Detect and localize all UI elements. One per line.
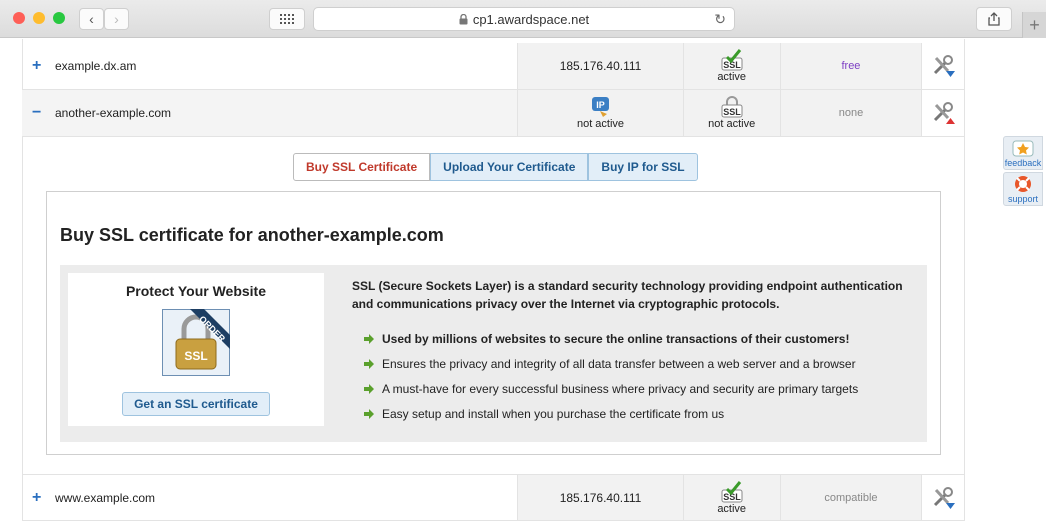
- feedback-label: feedback: [1004, 158, 1042, 168]
- card-title: Protect Your Website: [125, 283, 267, 299]
- tab-overview-button[interactable]: [269, 8, 305, 30]
- table-row: − another-example.com IP not active SSL …: [22, 90, 965, 137]
- ip-cell: 185.176.40.111: [517, 43, 683, 89]
- ssl-description: SSL (Secure Sockets Layer) is a standard…: [352, 279, 903, 311]
- ssl-panel: Buy SSL certificate for another-example.…: [46, 191, 941, 455]
- ip-badge-text: IP: [596, 100, 605, 110]
- ssl-tabs: Buy SSL Certificate Upload Your Certific…: [293, 153, 698, 181]
- ip-icon: IP: [591, 97, 609, 117]
- plan-cell: none: [779, 90, 922, 136]
- support-widget[interactable]: support: [1003, 172, 1043, 206]
- tab-buy-ssl[interactable]: Buy SSL Certificate: [293, 153, 431, 181]
- feedback-widget[interactable]: feedback: [1003, 136, 1043, 170]
- plan-cell: compatible: [779, 475, 922, 520]
- ssl-status: not active: [708, 118, 756, 130]
- ssl-status: active: [717, 71, 747, 83]
- forward-button[interactable]: ›: [104, 8, 129, 30]
- plan-label: compatible: [824, 491, 878, 504]
- lifebuoy-icon: [1015, 176, 1031, 192]
- list-item: Used by millions of websites to secure t…: [363, 332, 849, 346]
- list-item: Ensures the privacy and integrity of all…: [363, 357, 856, 371]
- lock-icon: [459, 13, 468, 24]
- address-bar[interactable]: cp1.awardspace.net ↻: [313, 7, 735, 31]
- ssl-cell[interactable]: SSL not active: [682, 90, 780, 136]
- ssl-cell[interactable]: SSL active: [682, 475, 780, 520]
- share-button[interactable]: [976, 7, 1012, 31]
- expand-toggle[interactable]: +: [32, 489, 48, 507]
- minimize-window-button[interactable]: [33, 12, 45, 24]
- domain-cell: − another-example.com: [22, 90, 518, 136]
- ssl-cell[interactable]: SSL active: [682, 43, 780, 89]
- domain-name[interactable]: example.dx.am: [55, 59, 136, 73]
- info-box: Protect Your Website SSL ORDER Get an SS…: [60, 265, 927, 442]
- browser-toolbar: ‹ › cp1.awardspace.net ↻ +: [0, 0, 1046, 38]
- ssl-badge-text: SSL: [723, 107, 741, 117]
- list-item: Easy setup and install when you purchase…: [363, 407, 724, 421]
- ip-status: not active: [576, 118, 625, 130]
- chevron-left-icon: ‹: [89, 11, 94, 27]
- zoom-window-button[interactable]: [53, 12, 65, 24]
- list-item: A must-have for every successful busines…: [363, 382, 858, 396]
- arrow-right-icon: [364, 359, 374, 369]
- plan-label: free: [841, 60, 861, 72]
- bullet-text: A must-have for every successful busines…: [382, 382, 859, 396]
- tools-up-icon: [933, 102, 955, 124]
- expand-toggle[interactable]: +: [32, 57, 48, 75]
- plan-label: none: [838, 107, 864, 119]
- ip-address: 185.176.40.111: [559, 59, 642, 73]
- ssl-active-icon: SSL: [721, 49, 743, 71]
- reload-icon[interactable]: ↻: [714, 11, 726, 28]
- protect-card: Protect Your Website SSL ORDER Get an SS…: [68, 273, 324, 426]
- dedicated-ip-cell[interactable]: IP not active: [517, 90, 683, 136]
- domain-name[interactable]: www.example.com: [55, 491, 155, 505]
- domain-cell: + www.example.com: [22, 475, 517, 520]
- ssl-order-icon[interactable]: SSL ORDER: [162, 309, 230, 376]
- get-ssl-button[interactable]: Get an SSL certificate: [122, 392, 270, 416]
- new-tab-button[interactable]: +: [1022, 12, 1046, 38]
- ssl-status: active: [717, 502, 747, 515]
- domain-cell: + example.dx.am: [22, 43, 517, 89]
- back-button[interactable]: ‹: [79, 8, 104, 30]
- tab-buy-ip[interactable]: Buy IP for SSL: [588, 153, 698, 181]
- tools-down-icon: [933, 55, 955, 77]
- tools-down-icon: [933, 486, 955, 509]
- table-row: + www.example.com 185.176.40.111 SSL act…: [22, 474, 965, 521]
- arrow-right-icon: [364, 334, 374, 344]
- tools-cell[interactable]: [921, 475, 965, 520]
- table-row: + example.dx.am 185.176.40.111 SSL activ…: [22, 43, 965, 90]
- ssl-image-text: SSL: [184, 349, 207, 363]
- support-label: support: [1007, 194, 1039, 204]
- close-window-button[interactable]: [13, 12, 25, 24]
- bullet-text: Ensures the privacy and integrity of all…: [382, 357, 856, 371]
- bullet-text: Used by millions of websites to secure t…: [382, 332, 850, 346]
- ip-address: 185.176.40.111: [559, 490, 642, 505]
- tab-upload-certificate[interactable]: Upload Your Certificate: [430, 153, 589, 181]
- plan-cell: free: [779, 43, 922, 89]
- arrow-right-icon: [364, 384, 374, 394]
- collapse-toggle[interactable]: −: [32, 104, 48, 122]
- tools-cell[interactable]: [921, 43, 965, 89]
- page-content: + example.dx.am 185.176.40.111 SSL activ…: [0, 39, 1046, 521]
- bullet-text: Easy setup and install when you purchase…: [382, 407, 725, 421]
- ssl-inactive-icon: SSL: [721, 96, 743, 118]
- ssl-active-icon: SSL: [721, 480, 743, 502]
- share-icon: [988, 12, 1000, 26]
- url-text: cp1.awardspace.net: [472, 11, 590, 27]
- panel-title: Buy SSL certificate for another-example.…: [60, 225, 444, 245]
- domain-name[interactable]: another-example.com: [55, 106, 171, 120]
- star-icon: [1012, 140, 1034, 157]
- chevron-right-icon: ›: [114, 11, 119, 27]
- tools-cell[interactable]: [921, 90, 965, 136]
- arrow-right-icon: [364, 409, 374, 419]
- grid-icon: [280, 14, 294, 24]
- ip-cell: 185.176.40.111: [517, 475, 683, 520]
